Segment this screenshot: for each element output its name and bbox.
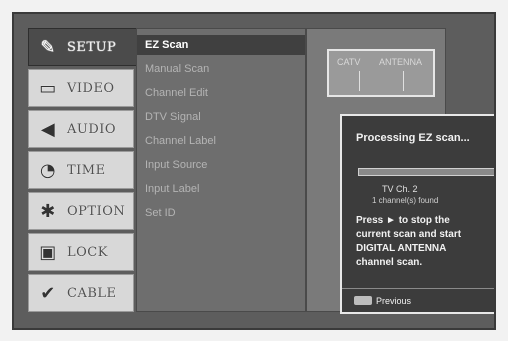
category-label: VIDEO [67, 80, 115, 96]
gear-icon: ✱ [40, 200, 56, 222]
antenna-right-label: ANTENNA [379, 57, 423, 67]
category-video[interactable]: ▭ VIDEO [28, 69, 134, 107]
previous-button[interactable]: Previous [376, 296, 411, 306]
antenna-left-label: CATV [337, 57, 361, 67]
category-audio[interactable]: ◀ AUDIO [28, 110, 134, 148]
antenna-selector: CATV ANTENNA [327, 49, 435, 97]
category-time[interactable]: ◔ TIME [28, 151, 134, 189]
dialog-footer: Previous [342, 288, 494, 312]
category-label: CABLE [67, 285, 117, 301]
setup-submenu: EZ Scan Manual Scan Channel Edit DTV Sig… [136, 28, 306, 312]
message-line: current scan and start [356, 229, 462, 240]
category-label: LOCK [67, 244, 108, 260]
message-line: Press ► to stop the [356, 215, 450, 226]
dialog-title: Processing EZ scan... [356, 132, 470, 144]
antenna-divider [403, 71, 404, 91]
submenu-input-label[interactable]: Input Label [145, 179, 199, 199]
category-label: SETUP [67, 39, 117, 55]
ez-scan-dialog: Processing EZ scan... TV Ch. 2 1 channel… [340, 114, 494, 314]
tv-icon: ▭ [39, 77, 57, 99]
tv-setup-screen: ✎ SETUP ▭ VIDEO ◀ AUDIO ◔ TIME ✱ OPTION … [12, 12, 496, 330]
submenu-manual-scan[interactable]: Manual Scan [145, 59, 209, 79]
check-icon: ✔ [40, 282, 56, 304]
submenu-channel-label[interactable]: Channel Label [145, 131, 216, 151]
category-label: OPTION [67, 203, 126, 219]
category-label: TIME [67, 162, 106, 178]
submenu-set-id[interactable]: Set ID [145, 203, 176, 223]
message-line: DIGITAL ANTENNA [356, 243, 447, 254]
speaker-icon: ◀ [40, 118, 56, 140]
category-cable[interactable]: ✔ CABLE [28, 274, 134, 312]
lock-icon: ▣ [39, 241, 57, 263]
previous-key-icon [354, 296, 372, 305]
antenna-divider [359, 71, 360, 91]
scan-progress-bar [358, 168, 494, 176]
clock-icon: ◔ [39, 159, 57, 181]
message-line: channel scan. [356, 257, 423, 268]
scan-channel: TV Ch. 2 [382, 184, 418, 194]
submenu-input-source[interactable]: Input Source [145, 155, 207, 175]
wrench-icon: ✎ [40, 36, 56, 58]
submenu-dtv-signal[interactable]: DTV Signal [145, 107, 201, 127]
dialog-message: Press ► to stop the current scan and sta… [356, 214, 494, 270]
category-menu: ✎ SETUP ▭ VIDEO ◀ AUDIO ◔ TIME ✱ OPTION … [28, 28, 148, 314]
category-setup[interactable]: ✎ SETUP [28, 28, 148, 66]
submenu-ez-scan[interactable]: EZ Scan [137, 35, 305, 55]
channels-found: 1 channel(s) found [372, 196, 439, 205]
category-label: AUDIO [67, 121, 117, 137]
submenu-channel-edit[interactable]: Channel Edit [145, 83, 208, 103]
category-lock[interactable]: ▣ LOCK [28, 233, 134, 271]
category-option[interactable]: ✱ OPTION [28, 192, 134, 230]
